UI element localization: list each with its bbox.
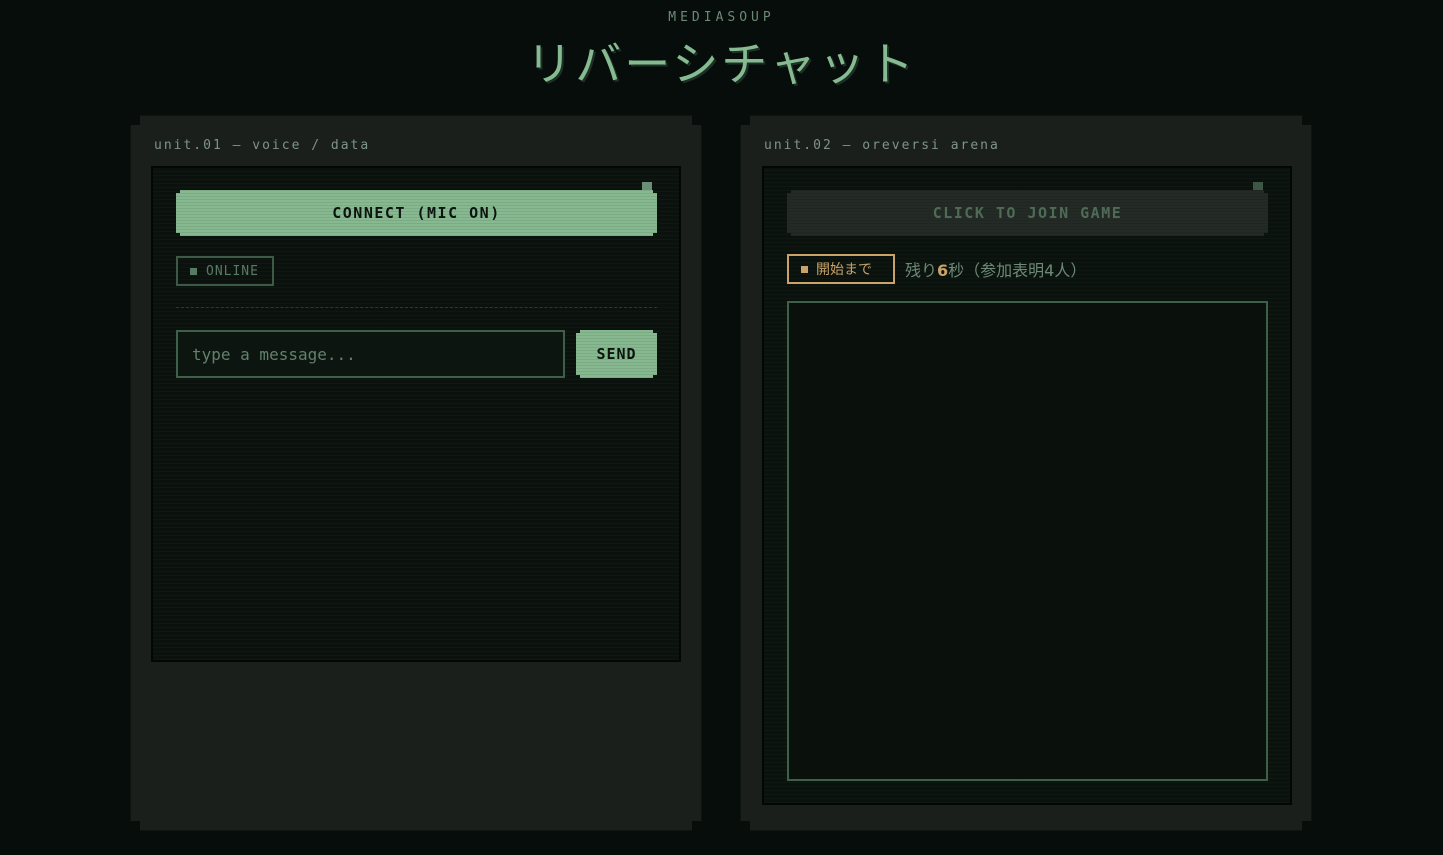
send-button[interactable]: SEND [576, 330, 657, 378]
game-board[interactable] [787, 301, 1268, 781]
countdown-badge-label: 開始まで [816, 262, 872, 278]
voice-data-screen: CONNECT (MIC ON) ONLINE SEND [151, 166, 681, 662]
countdown-seconds: 6 [937, 261, 949, 280]
countdown-badge: 開始まで [787, 254, 895, 284]
countdown-prefix: 残り [905, 261, 938, 280]
join-game-button[interactable]: CLICK TO JOIN GAME [787, 190, 1268, 236]
message-input[interactable] [176, 330, 565, 378]
arena-screen: CLICK TO JOIN GAME 開始まで 残り6秒（参加表明4人） [762, 166, 1292, 805]
countdown-text: 残り6秒（参加表明4人） [905, 257, 1086, 281]
unit-label: unit.01 — voice / data [154, 138, 371, 153]
countdown-suffix: 秒（参加表明4人） [948, 261, 1087, 280]
page-title: リバーシチャット [526, 37, 917, 91]
status-badge: ONLINE [176, 256, 274, 286]
connect-button[interactable]: CONNECT (MIC ON) [176, 190, 657, 236]
status-label: ONLINE [206, 263, 259, 279]
unit-voice-data-panel: unit.01 — voice / data CONNECT (MIC ON) … [130, 115, 702, 831]
countdown-square-icon [801, 265, 808, 273]
unit-arena-panel: unit.02 — oreversi arena CLICK TO JOIN G… [740, 115, 1312, 831]
divider [176, 307, 657, 308]
brand-label: MEDIASOUP [668, 10, 775, 25]
indicator-pip [1253, 182, 1263, 191]
unit-label: unit.02 — oreversi arena [764, 138, 1000, 153]
indicator-pip [642, 182, 652, 191]
status-square-icon [190, 267, 197, 275]
